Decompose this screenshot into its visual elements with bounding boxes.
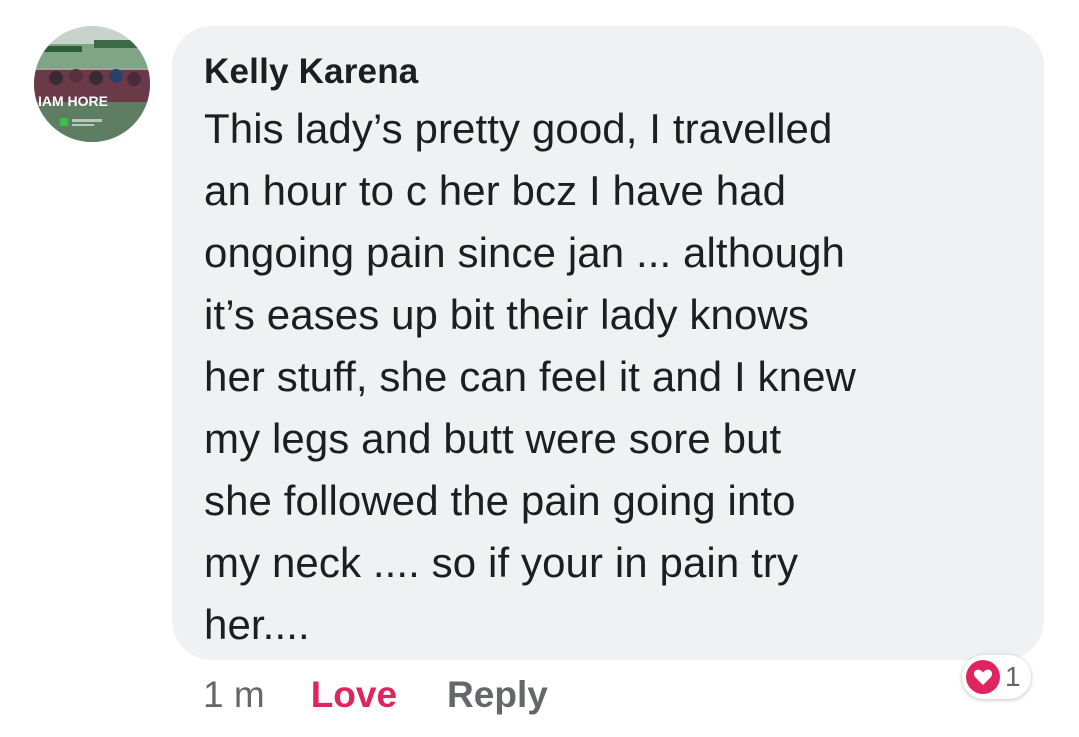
reaction-count: 1 [1005, 661, 1021, 692]
comment-text: This lady’s pretty good, I travelled an … [204, 105, 856, 648]
svg-text:IAM HORE: IAM HORE [38, 93, 108, 109]
comment-author[interactable]: Kelly Karena [204, 48, 1014, 96]
reaction-badge[interactable]: 1 [962, 655, 1031, 699]
avatar-image: IAM HORE [34, 26, 150, 142]
avatar[interactable]: IAM HORE [34, 26, 150, 142]
comment-actions: 1 m Love Reply [203, 670, 548, 720]
comment-timestamp[interactable]: 1 m [203, 674, 265, 716]
comment-bubble: Kelly Karena This lady’s pretty good, I … [172, 26, 1044, 660]
love-button[interactable]: Love [311, 674, 397, 716]
heart-icon [966, 660, 1000, 694]
reply-button[interactable]: Reply [447, 674, 548, 716]
